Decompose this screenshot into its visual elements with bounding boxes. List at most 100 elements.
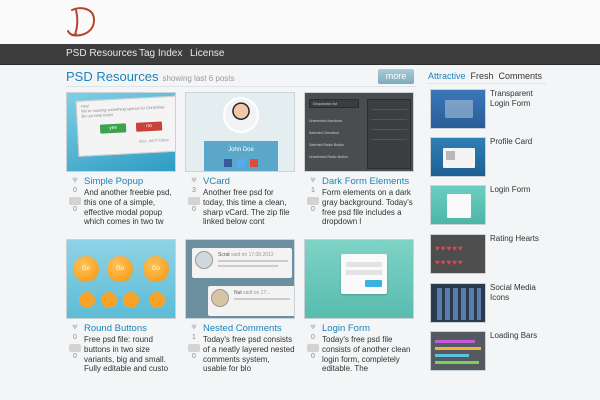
- sidebar-item-login-form[interactable]: Login Form: [430, 185, 548, 229]
- comment-bubble-preview: Scrat said on 17.08.2012: [192, 248, 292, 278]
- post-thumbnail[interactable]: John Doe: [185, 92, 295, 172]
- popup-preview: Hey! We're cooking something special for…: [75, 95, 175, 157]
- site-logo[interactable]: [58, 4, 108, 40]
- post-title[interactable]: VCard: [203, 176, 230, 187]
- comment-icon[interactable]: [188, 344, 200, 352]
- form-row-2: Selected Checkbox: [309, 131, 340, 135]
- round-button-preview: Go: [73, 256, 99, 282]
- form-row-4: Unselected Radio Button: [309, 155, 348, 159]
- post-title[interactable]: Round Buttons: [84, 323, 147, 334]
- post-thumbnail[interactable]: Scrat said on 17.08.2012 Nut said on 17.…: [185, 239, 295, 319]
- post-title[interactable]: Dark Form Elements: [322, 176, 409, 187]
- sidebar-thumbnail[interactable]: [430, 89, 486, 129]
- like-count: 0: [311, 334, 315, 341]
- post-thumbnail[interactable]: Hey! We're cooking something special for…: [66, 92, 176, 172]
- comment-date: said on 17...: [243, 290, 271, 296]
- round-button-preview: Go: [107, 256, 133, 282]
- heart-icon: ♥♥♥♥♥: [435, 244, 464, 253]
- sidebar-thumbnail[interactable]: [430, 185, 486, 225]
- tab-attractive[interactable]: Attractive: [428, 71, 466, 81]
- sidebar-item-profile-card[interactable]: Profile Card: [430, 137, 548, 181]
- comment-count: 0: [311, 353, 315, 360]
- small-round-button-preview: [149, 292, 165, 308]
- sidebar-thumbnail[interactable]: [430, 331, 486, 371]
- sidebar-item-rating-hearts[interactable]: ♥♥♥♥♥ ♥♥♥♥♥ Rating Hearts: [430, 234, 548, 278]
- comment-date: said on 17.08.2012: [231, 252, 274, 258]
- heart-icon[interactable]: ♥: [68, 176, 82, 186]
- comment-icon[interactable]: [307, 197, 319, 205]
- post-meta: ♥ 0 0: [306, 323, 320, 361]
- tab-comments[interactable]: Comments: [499, 71, 543, 81]
- nav-psd-resources[interactable]: PSD Resources: [66, 48, 137, 59]
- tab-fresh[interactable]: Fresh: [471, 71, 494, 81]
- comment-count: 0: [73, 206, 77, 213]
- heart-icon[interactable]: ♥: [306, 176, 320, 186]
- sidebar-item-label[interactable]: Social Media Icons: [490, 283, 548, 303]
- like-count: 3: [192, 187, 196, 194]
- heart-icon[interactable]: ♥: [187, 176, 201, 186]
- sidebar-tabs: Attractive Fresh Comments: [428, 71, 547, 81]
- dropdown-preview: Dropdown list: [309, 99, 359, 108]
- sidebar-item-loading-bars[interactable]: Loading Bars: [430, 331, 548, 375]
- post-excerpt: Free psd file: round buttons in two size…: [84, 335, 169, 374]
- post-meta: ♥ 3 0: [187, 176, 201, 214]
- heart-icon[interactable]: ♥: [306, 323, 320, 333]
- post-card-simple-popup: Hey! We're cooking something special for…: [66, 92, 178, 232]
- form-rows-preview: Unselected checkbox Selected Checkbox Se…: [309, 115, 369, 163]
- post-thumbnail[interactable]: Dropdown list Unselected checkbox Select…: [304, 92, 414, 172]
- comment-avatar: [211, 289, 229, 307]
- sidebar-item-label[interactable]: Login Form: [490, 185, 548, 195]
- post-meta: ♥ 1 0: [187, 323, 201, 361]
- post-title[interactable]: Nested Comments: [203, 323, 282, 334]
- section-title: PSD Resources: [66, 69, 159, 84]
- popup-no-button: no: [135, 121, 163, 132]
- comment-icon[interactable]: [69, 197, 81, 205]
- heart-icon[interactable]: ♥: [68, 323, 82, 333]
- sidebar-divider: [428, 83, 546, 84]
- sidebar-thumbnail[interactable]: ♥♥♥♥♥ ♥♥♥♥♥: [430, 234, 486, 274]
- post-card-nested-comments: Scrat said on 17.08.2012 Nut said on 17.…: [185, 239, 297, 379]
- comment-icon[interactable]: [188, 197, 200, 205]
- comment-avatar: [195, 251, 213, 269]
- nested-comment-preview: Nut said on 17...: [208, 286, 294, 316]
- small-round-button-preview: [101, 292, 117, 308]
- sidebar-item-label[interactable]: Rating Hearts: [490, 234, 548, 244]
- popup-yes-button: yes: [99, 123, 127, 134]
- nav-license[interactable]: License: [190, 48, 224, 59]
- section-subtitle: showing last 6 posts: [162, 74, 235, 83]
- google-plus-icon: [250, 159, 258, 167]
- sidebar-item-label[interactable]: Profile Card: [490, 137, 548, 147]
- heart-icon[interactable]: ♥: [187, 323, 201, 333]
- divider: [66, 86, 416, 87]
- comment-icon[interactable]: [69, 344, 81, 352]
- main-nav: PSD Resources Tag Index License: [0, 44, 600, 65]
- sidebar-thumbnail[interactable]: [430, 283, 486, 323]
- sidebar-item-social-media-icons[interactable]: Social Media Icons: [430, 283, 548, 327]
- sidebar-thumbnail[interactable]: [430, 137, 486, 177]
- top-bar: [0, 0, 600, 44]
- heart-icon: ♥♥♥♥♥: [435, 258, 464, 267]
- post-meta: ♥ 0 0: [68, 176, 82, 214]
- like-count: 1: [311, 187, 315, 194]
- like-count: 0: [73, 334, 77, 341]
- comment-author: Nut: [234, 290, 242, 296]
- post-card-dark-form-elements: Dropdown list Unselected checkbox Select…: [304, 92, 416, 232]
- comment-count: 0: [192, 206, 196, 213]
- post-excerpt: Today's free psd consists of a neatly la…: [203, 335, 295, 374]
- post-thumbnail[interactable]: Go Go Go: [66, 239, 176, 319]
- sidebar-item-label[interactable]: Loading Bars: [490, 331, 548, 341]
- sidebar-item-transparent-login-form[interactable]: Transparent Login Form: [430, 89, 548, 133]
- nav-tag-index[interactable]: Tag Index: [139, 48, 182, 59]
- sidebar-item-label[interactable]: Transparent Login Form: [490, 89, 548, 109]
- post-thumbnail[interactable]: [304, 239, 414, 319]
- like-count: 0: [73, 187, 77, 194]
- post-title[interactable]: Login Form: [322, 323, 370, 334]
- comment-count: 0: [311, 206, 315, 213]
- post-meta: ♥ 1 0: [306, 176, 320, 214]
- post-title[interactable]: Simple Popup: [84, 176, 143, 187]
- section-header: PSD Resources showing last 6 posts: [66, 69, 235, 84]
- social-icons-grid: [437, 288, 481, 320]
- form-row-3: Selected Radio Button: [309, 143, 344, 147]
- more-button[interactable]: more: [378, 69, 414, 84]
- comment-icon[interactable]: [307, 344, 319, 352]
